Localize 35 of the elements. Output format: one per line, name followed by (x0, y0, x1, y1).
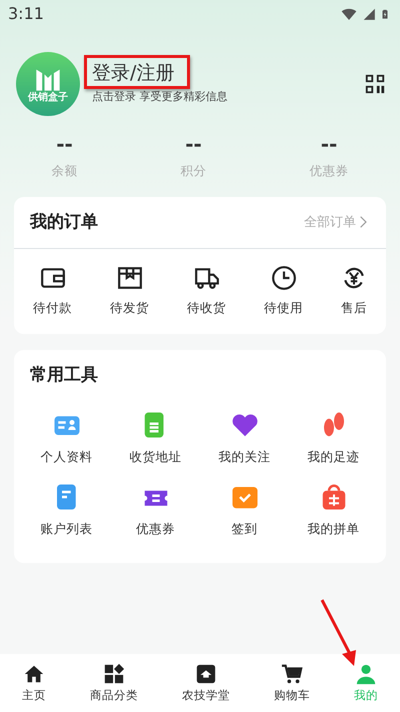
section-title: 我的订单 (30, 210, 98, 234)
clock-icon[interactable] (270, 264, 296, 291)
tool-link[interactable]: 收货地址 (130, 448, 182, 466)
tool-link[interactable]: 个人资料 (40, 448, 92, 466)
order-status-link[interactable]: 待付款 (33, 298, 72, 318)
tool-link[interactable]: 账户列表 (40, 520, 92, 539)
tool-link[interactable]: 我的足迹 (308, 448, 360, 466)
classroom-icon[interactable] (195, 663, 217, 686)
tool-link[interactable]: 我的拼单 (308, 520, 360, 539)
status-time: 3:11 (8, 3, 44, 25)
stat-value: -- (185, 134, 202, 154)
tool-link[interactable]: 我的关注 (218, 448, 270, 466)
cart-icon[interactable] (281, 663, 303, 686)
package-icon[interactable] (116, 264, 142, 291)
qr-code-icon[interactable] (364, 73, 386, 95)
order-status-link[interactable]: 售后 (341, 298, 367, 318)
tab-link[interactable]: 主页 (22, 689, 46, 703)
login-hint: 点击登录 享受更多精彩信息 (92, 89, 228, 106)
order-status-link[interactable]: 待发货 (110, 298, 149, 318)
stat-value: -- (56, 134, 73, 154)
category-grid-icon[interactable] (103, 663, 125, 686)
tab-link[interactable]: 农技学堂 (182, 689, 230, 703)
tool-link[interactable]: 签到 (232, 520, 258, 539)
tool-link[interactable]: 优惠券 (136, 520, 175, 539)
tab-link[interactable]: 商品分类 (90, 689, 138, 703)
wifi-icon (340, 6, 358, 22)
home-icon[interactable] (23, 663, 45, 686)
tab-link[interactable]: 购物车 (274, 689, 310, 703)
login-register-link[interactable]: 登录/注册 (92, 62, 228, 86)
stat-value: -- (320, 134, 338, 154)
order-status-link[interactable]: 待使用 (264, 298, 303, 318)
logo-text: 供销盒子 (28, 93, 68, 103)
order-status-link[interactable]: 待收货 (187, 298, 226, 318)
section-title: 常用工具 (30, 364, 98, 387)
signal-icon (362, 6, 376, 22)
